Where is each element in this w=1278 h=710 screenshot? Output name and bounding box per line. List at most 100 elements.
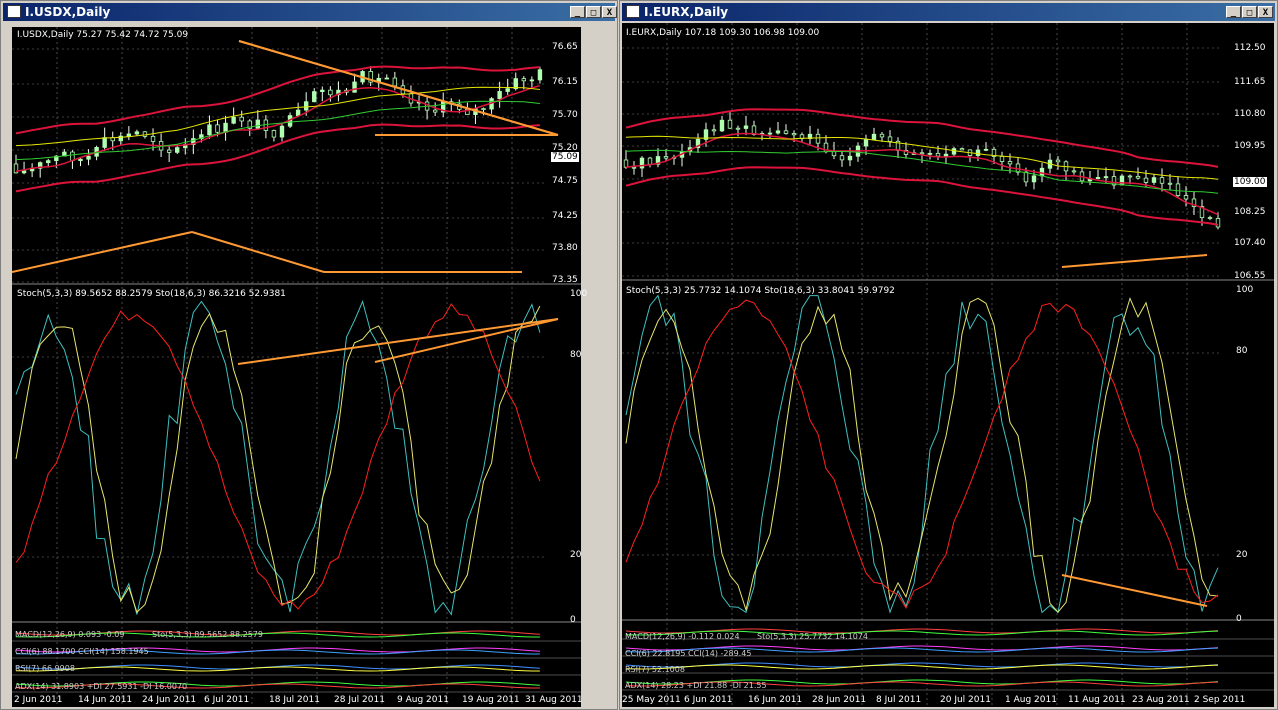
usdx-price-axis-label: 74.25 xyxy=(552,211,578,221)
eurx-price-header: I.EURX,Daily 107.18 109.30 106.98 109.00 xyxy=(626,28,820,38)
candle-body xyxy=(86,155,91,160)
candle-body xyxy=(239,116,244,122)
candle-body xyxy=(951,148,957,155)
usdx-price-axis-label: 76.65 xyxy=(552,42,578,52)
candle-body xyxy=(663,156,669,159)
indicator-line xyxy=(15,666,540,672)
eurx-date-label: 8 Jul 2011 xyxy=(876,695,922,705)
close-button[interactable]: X xyxy=(1258,6,1273,18)
candle-body xyxy=(505,88,510,92)
candle-body xyxy=(983,148,989,151)
candle-body xyxy=(927,152,933,155)
eurx-rsi-label: RSI(7) 52.1008 xyxy=(625,665,685,674)
eurx-date-label: 16 Jun 2011 xyxy=(748,695,803,705)
eurx-window[interactable]: I.EURX,Daily _ □ X I.EURX,Daily 107.18 1… xyxy=(619,0,1278,710)
candle-body xyxy=(623,159,629,168)
eurx-chart-area[interactable]: I.EURX,Daily 107.18 109.30 106.98 109.00… xyxy=(622,23,1274,707)
candle-body xyxy=(1095,177,1101,180)
eurx-macd-label: MACD(12,26,9) -0.112 0.024 xyxy=(625,632,740,641)
eurx-stoch-axis-label: 100 xyxy=(1236,285,1254,295)
usdx-date-label: 28 Jul 2011 xyxy=(334,695,385,705)
trend-line xyxy=(1061,254,1208,268)
usdx-chart-canvas[interactable] xyxy=(12,27,581,707)
candle-body xyxy=(1071,170,1077,173)
usdx-stoch-axis-label: 20 xyxy=(570,550,582,560)
candle-body xyxy=(481,108,486,111)
candle-body xyxy=(255,119,261,129)
candle-body xyxy=(1143,177,1149,183)
eurx-price-axis-label: 111.65 xyxy=(1234,77,1266,87)
usdx-adx-label: ADX(14) 31.8903 +DI 27.5931 -DI 16.0070 xyxy=(15,682,188,691)
eurx-date-label: 1 Aug 2011 xyxy=(1005,695,1057,705)
stochastic-fast-line xyxy=(625,294,1219,614)
candle-body xyxy=(1103,176,1109,178)
candle-body xyxy=(943,153,949,157)
candle-body xyxy=(1151,177,1157,183)
eurx-date-label: 2 Sep 2011 xyxy=(1194,695,1246,705)
usdx-macd-sto-label: Sto(5,3,3) 89.5652 88.2579 xyxy=(152,630,263,639)
usdx-last-price-tag: 75.09 xyxy=(551,152,579,162)
candle-body xyxy=(263,119,269,131)
candle-body xyxy=(647,157,653,165)
candle-body xyxy=(1183,195,1189,200)
usdx-date-label: 18 Jul 2011 xyxy=(269,695,320,705)
moving-average-yellow xyxy=(15,86,540,147)
usdx-price-axis-label: 75.70 xyxy=(552,110,578,120)
usdx-price-plot xyxy=(12,40,559,273)
eurx-chart-canvas[interactable] xyxy=(622,23,1274,707)
chart-window-icon xyxy=(7,5,21,18)
usdx-chart-area[interactable]: I.USDX,Daily 75.27 75.42 74.72 75.09 Sto… xyxy=(12,27,587,707)
usdx-price-axis-label: 73.35 xyxy=(552,275,578,285)
candle-body xyxy=(863,139,869,147)
eurx-date-label: 28 Jun 2011 xyxy=(812,695,867,705)
candle-body xyxy=(719,119,725,132)
candle-body xyxy=(791,133,797,136)
candle-body xyxy=(871,133,877,140)
maximize-button[interactable]: □ xyxy=(586,6,601,18)
minimize-button[interactable]: _ xyxy=(570,6,585,18)
usdx-price-axis-label: 74.75 xyxy=(552,176,578,186)
usdx-date-label: 14 Jun 2011 xyxy=(78,695,133,705)
candle-body xyxy=(150,135,156,142)
close-button[interactable]: X xyxy=(602,6,617,18)
trend-line xyxy=(1061,574,1208,607)
eurx-price-axis-label: 109.95 xyxy=(1234,141,1266,151)
usdx-date-label: 2 Jun 2011 xyxy=(14,695,63,705)
eurx-stoch-axis-label: 0 xyxy=(1236,614,1242,624)
candle-body xyxy=(295,109,301,116)
candle-body xyxy=(223,122,228,133)
candle-body xyxy=(432,109,438,113)
usdx-price-axis-label: 76.15 xyxy=(552,77,578,87)
candle-body xyxy=(975,149,981,156)
minimize-button[interactable]: _ xyxy=(1226,6,1241,18)
candle-body xyxy=(1135,175,1141,179)
candle-body xyxy=(735,127,741,130)
eurx-price-axis-label: 112.50 xyxy=(1234,43,1266,53)
eurx-title-bar[interactable]: I.EURX,Daily _ □ X xyxy=(622,3,1275,21)
eurx-date-label: 6 Jun 2011 xyxy=(684,695,733,705)
eurx-date-label: 23 Aug 2011 xyxy=(1132,695,1190,705)
candle-body xyxy=(711,129,717,132)
candle-body xyxy=(919,152,925,155)
usdx-macd-label: MACD(12,26,9) 0.093 -0.09 xyxy=(15,630,125,639)
candle-body xyxy=(279,125,285,138)
usdx-window[interactable]: I.USDX,Daily _ □ X I.USDX,Daily 75.27 75… xyxy=(0,0,618,710)
eurx-adx-label: ADX(14) 28.23 +DI 21.88 -DI 21.55 xyxy=(625,681,767,690)
candle-body xyxy=(21,170,27,174)
maximize-button[interactable]: □ xyxy=(1242,6,1257,18)
usdx-price-axis-label: 73.80 xyxy=(552,243,578,253)
usdx-title-bar[interactable]: I.USDX,Daily _ □ X xyxy=(3,3,617,21)
candle-body xyxy=(166,149,172,153)
candle-body xyxy=(1055,159,1061,163)
eurx-price-axis-label: 110.80 xyxy=(1234,109,1266,119)
bollinger-middle-band xyxy=(15,84,541,173)
usdx-stoch-axis-label: 0 xyxy=(570,615,576,625)
candle-body xyxy=(303,101,309,111)
indicator-line xyxy=(625,664,1219,670)
usdx-date-label: 6 Jul 2011 xyxy=(204,695,250,705)
candle-body xyxy=(767,132,773,135)
candle-body xyxy=(521,78,527,82)
usdx-date-label: 9 Aug 2011 xyxy=(397,695,449,705)
candle-body xyxy=(1119,175,1125,186)
eurx-window-title: I.EURX,Daily xyxy=(644,5,729,19)
